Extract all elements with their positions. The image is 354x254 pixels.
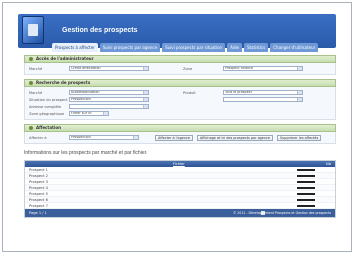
table-footer: Page 1 / 1 © 2011 - Développement Prospe… bbox=[25, 209, 335, 217]
row-label: Prospect 1 bbox=[29, 168, 48, 172]
row-value bbox=[297, 175, 315, 177]
search-market-select[interactable]: Automobilisation bbox=[69, 90, 149, 95]
section-header: Accès de l'administrateur bbox=[24, 55, 336, 63]
section-title: Recherche de prospects bbox=[36, 80, 91, 85]
row-label: Prospect 5 bbox=[29, 192, 48, 196]
market-label: Marché bbox=[29, 66, 43, 71]
row-value bbox=[297, 187, 315, 189]
main-content: Accès de l'administrateur Marché Crédit … bbox=[24, 55, 336, 218]
row-label: Prospect 7 bbox=[29, 204, 48, 208]
zone-label: Zone bbox=[183, 66, 193, 71]
section-title: Accès de l'administrateur bbox=[36, 56, 94, 61]
section-bullet-icon bbox=[29, 81, 33, 85]
product-label: Produit bbox=[183, 90, 196, 95]
app-title: Gestion des prospects bbox=[62, 27, 138, 34]
row-label: Prospect 6 bbox=[29, 198, 48, 202]
row-value bbox=[297, 169, 315, 171]
row-value bbox=[297, 205, 315, 207]
situation-select[interactable]: Prospection bbox=[69, 97, 149, 102]
row-label: Prospect 4 bbox=[29, 186, 48, 190]
delete-assigned-button[interactable]: Supprimer les affectés bbox=[276, 134, 322, 141]
situation-label: Situation du prospect bbox=[29, 97, 68, 102]
section-bullet-icon bbox=[29, 57, 33, 61]
row-value bbox=[297, 199, 315, 201]
section-assignment: Affectation Affecter à Prospection Affec… bbox=[24, 124, 336, 144]
address-label: Adresse complète bbox=[29, 104, 62, 109]
main-tabs: Prospects à affecter Suivi prospects par… bbox=[52, 43, 319, 52]
geo-zone-label: Zone géographique bbox=[29, 111, 65, 116]
address-select[interactable] bbox=[69, 104, 149, 109]
section-search: Recherche de prospects Marché Automobili… bbox=[24, 79, 336, 120]
tab-statistics[interactable]: Statistics bbox=[243, 43, 269, 52]
assign-to-select[interactable]: Prospection bbox=[69, 135, 139, 140]
prospects-table: Fichier Nb Prospect 1 Prospect 2 Prospec… bbox=[24, 160, 336, 218]
tab-aide[interactable]: Aide bbox=[227, 43, 242, 52]
tab-suivi-situation[interactable]: Suivi prospects par situation bbox=[162, 43, 226, 52]
section-admin-access: Accès de l'administrateur Marché Crédit … bbox=[24, 55, 336, 75]
assign-to-label: Affecter à bbox=[29, 135, 47, 140]
row-label: Prospect 2 bbox=[29, 174, 48, 178]
row-label: Prospect 3 bbox=[29, 180, 48, 184]
display-sort-button[interactable]: Affichage et tri des prospects par agenc… bbox=[196, 134, 273, 141]
copyright-text: © 2011 - Développement Prospects et Gest… bbox=[233, 211, 331, 215]
search-market-label: Marché bbox=[29, 90, 43, 95]
row-value bbox=[297, 181, 315, 183]
section-header: Affectation bbox=[24, 124, 336, 132]
pagination-label: Page 1 / 1 bbox=[29, 211, 47, 215]
tab-prospects-a-affecter[interactable]: Prospects à affecter bbox=[52, 43, 98, 52]
tab-changer-utilisateur[interactable]: Changer d'utilisateur bbox=[270, 43, 319, 52]
geo-zone-input[interactable]: Filtrer sur N° bbox=[69, 111, 109, 116]
tab-suivi-agence[interactable]: Suivi prospects par agence bbox=[99, 43, 161, 52]
section-header: Recherche de prospects bbox=[24, 79, 336, 87]
situation-extra-select[interactable] bbox=[223, 97, 303, 102]
app-logo-icon bbox=[22, 16, 44, 44]
assign-agency-button[interactable]: Affecter à l'agence bbox=[155, 134, 193, 141]
product-select[interactable]: Tout le prospect bbox=[223, 90, 303, 95]
market-select[interactable]: Crédit affectation bbox=[69, 66, 149, 71]
row-value bbox=[297, 193, 315, 195]
info-text: Informations sur les prospects par march… bbox=[24, 150, 148, 156]
zone-select[interactable]: Prospect finance bbox=[223, 66, 303, 71]
section-title: Affectation bbox=[36, 125, 61, 130]
section-bullet-icon bbox=[29, 126, 33, 130]
